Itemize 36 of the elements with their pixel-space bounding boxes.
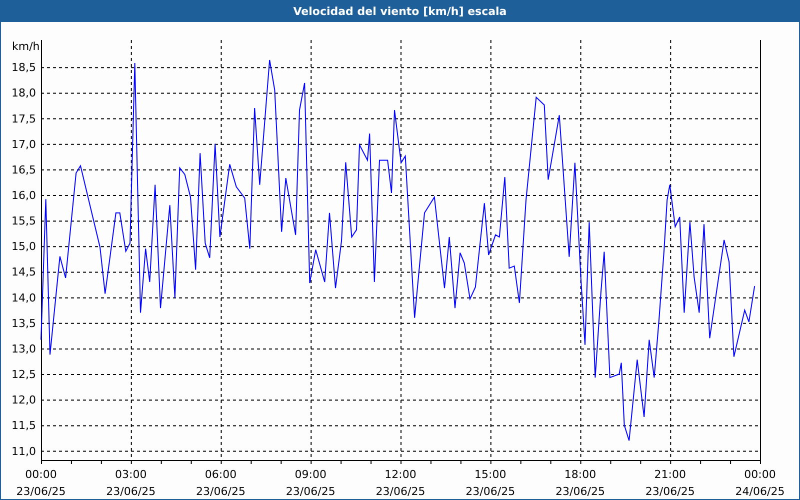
x-axis-date-label: 23/06/25 (556, 485, 605, 498)
x-axis-time-label: 21:00 (654, 468, 686, 481)
y-axis-label: 15,5 (12, 214, 36, 228)
x-axis-time-label: 03:00 (115, 468, 147, 481)
x-axis-time-label: 18:00 (564, 468, 596, 481)
y-axis-label: 12,0 (12, 394, 36, 407)
x-axis-date-label: 23/06/25 (16, 485, 66, 498)
x-axis-time-label: 00:00 (744, 468, 776, 481)
x-axis-date-label: 23/06/25 (106, 485, 156, 498)
y-axis-label: 15,0 (12, 240, 36, 254)
x-axis-date-label: 23/06/25 (466, 485, 516, 498)
x-axis-date-label: 23/06/25 (196, 485, 246, 498)
y-axis-label: 16,5 (12, 163, 36, 176)
y-axis-label: 14,5 (12, 266, 36, 279)
y-axis-label: 13,0 (12, 342, 36, 356)
y-axis-label: 16,0 (12, 189, 36, 202)
y-axis-label: 18,0 (12, 86, 36, 100)
y-axis-label: 14,0 (12, 291, 36, 304)
x-axis-date-label: 23/06/25 (645, 485, 695, 498)
x-axis-time-label: 09:00 (294, 468, 326, 481)
x-axis-date-label: 23/06/25 (376, 485, 426, 498)
y-axis-label: 17,5 (12, 112, 36, 126)
y-axis-label: 11,0 (12, 444, 36, 458)
y-axis-label: 11,5 (12, 419, 36, 432)
x-axis-time-label: 15:00 (474, 468, 506, 481)
window-title: Velocidad del viento [km/h] escala (293, 4, 507, 18)
y-axis-label: 12,5 (12, 368, 36, 382)
x-axis-time-label: 00:00 (25, 468, 57, 481)
x-axis-time-label: 12:00 (384, 468, 416, 481)
y-axis-label: 13,5 (12, 316, 36, 330)
y-axis-label: 17,0 (12, 138, 36, 151)
axis-unit-label: km/h (12, 40, 40, 53)
x-axis-time-label: 06:00 (204, 468, 237, 481)
y-axis-label: 18,5 (12, 61, 36, 74)
x-axis-date-label: 24/06/25 (735, 485, 785, 498)
x-axis-date-label: 23/06/25 (286, 485, 336, 498)
